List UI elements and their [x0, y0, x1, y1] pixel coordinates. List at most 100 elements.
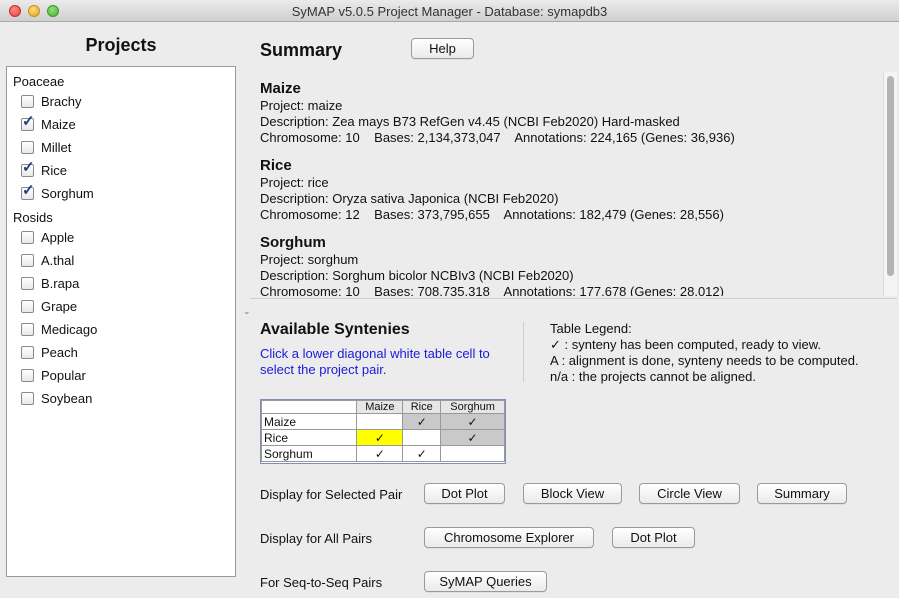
table-cell[interactable]: ✓ [356, 445, 404, 462]
project-label: Apple [41, 229, 75, 245]
checkbox[interactable] [21, 230, 34, 244]
legend-line-computed: ✓ : synteny has been computed, ready to … [550, 337, 822, 352]
table-cell[interactable]: ✓ [402, 445, 442, 462]
checkbox[interactable] [21, 140, 34, 154]
summary-project-rice: Rice Project: rice Description: Oryza sa… [260, 157, 724, 223]
project-label: Millet [41, 139, 72, 155]
table-cell: ✓ [402, 413, 442, 430]
legend-title: Table Legend: [550, 321, 632, 336]
checkbox[interactable]: ✓ [21, 183, 35, 200]
checkmark-icon: ✓ [22, 112, 35, 130]
all-pairs-dot-plot-button[interactable]: Dot Plot [612, 527, 695, 548]
row-header: Sorghum [260, 445, 358, 462]
project-item-brachy[interactable]: Brachy [21, 92, 81, 110]
project-item-brapa[interactable]: B.rapa [21, 274, 79, 292]
checkbox[interactable] [21, 94, 34, 108]
seq-pairs-label: For Seq-to-Seq Pairs [260, 575, 383, 590]
checkbox[interactable] [21, 299, 34, 313]
group-label-rosids: Rosids [13, 210, 53, 225]
project-item-medicago[interactable]: Medicago [21, 320, 97, 338]
project-label: Sorghum [41, 185, 94, 201]
summary-project-description: Description: Sorghum bicolor NCBIv3 (NCB… [260, 268, 574, 283]
project-label: Soybean [41, 390, 93, 406]
project-label: A.thal [41, 252, 75, 268]
window-title: SyMAP v5.0.5 Project Manager - Database:… [291, 4, 608, 19]
checkmark-icon: ✓ [22, 158, 35, 176]
help-button[interactable]: Help [411, 38, 474, 59]
project-label: Maize [41, 116, 76, 132]
summary-project-name: Sorghum [260, 234, 326, 251]
table-cell [356, 413, 404, 430]
project-item-grape[interactable]: Grape [21, 297, 77, 315]
row-header: Maize [260, 413, 358, 430]
summary-project-sorghum: Sorghum Project: sorghum Description: So… [260, 234, 724, 296]
project-label: Medicago [41, 321, 98, 337]
group-label-poaceae: Poaceae [13, 74, 65, 89]
table-cell: ✓ [440, 413, 505, 430]
dot-plot-button[interactable]: Dot Plot [424, 483, 505, 504]
checkbox[interactable] [21, 345, 34, 359]
split-divider[interactable] [250, 298, 897, 299]
project-item-apple[interactable]: Apple [21, 228, 74, 246]
circle-view-button[interactable]: Circle View [639, 483, 740, 504]
split-grip-icon[interactable]: ⌄ [243, 306, 251, 317]
checkbox[interactable]: ✓ [21, 160, 35, 177]
summary-scrollbar[interactable] [883, 72, 897, 296]
checkbox[interactable]: ✓ [21, 114, 35, 131]
project-item-millet[interactable]: Millet [21, 138, 71, 156]
table-row: Sorghum ✓ ✓ [260, 445, 505, 462]
project-label: Brachy [41, 93, 82, 109]
symap-queries-button[interactable]: SyMAP Queries [424, 571, 547, 592]
project-item-popular[interactable]: Popular [21, 366, 86, 384]
summary-project-stats: Chromosome: 10 Bases: 2,134,373,047 Anno… [260, 130, 735, 145]
summary-project-stats: Chromosome: 10 Bases: 708,735,318 Annota… [260, 284, 724, 296]
summary-project-id: Project: sorghum [260, 252, 359, 267]
summary-project-description: Description: Zea mays B73 RefGen v4.45 (… [260, 114, 680, 129]
column-header: Sorghum [440, 400, 505, 414]
title-bar: SyMAP v5.0.5 Project Manager - Database:… [0, 0, 899, 22]
summary-button[interactable]: Summary [757, 483, 847, 504]
column-header: Maize [356, 400, 404, 414]
projects-list: Poaceae Brachy ✓ Maize Millet ✓ Rice ✓ Sorg… [6, 66, 236, 577]
project-label: Grape [41, 298, 78, 314]
summary-project-stats: Chromosome: 12 Bases: 373,795,655 Annota… [260, 207, 724, 222]
project-label: Popular [41, 367, 86, 383]
summary-project-maize: Maize Project: maize Description: Zea ma… [260, 80, 735, 146]
projects-heading: Projects [85, 35, 157, 55]
project-item-peach[interactable]: Peach [21, 343, 78, 361]
block-view-button[interactable]: Block View [523, 483, 622, 504]
synteny-table: Maize Rice Sorghum Maize ✓ ✓ Rice ✓ ✓ So… [260, 399, 506, 464]
summary-project-id: Project: maize [260, 98, 343, 113]
project-item-athal[interactable]: A.thal [21, 251, 74, 269]
checkbox[interactable] [21, 276, 34, 290]
vertical-separator [523, 322, 524, 382]
table-cell: ✓ [440, 429, 505, 446]
summary-project-id: Project: rice [260, 175, 329, 190]
summary-project-description: Description: Oryza sativa Japonica (NCBI… [260, 191, 559, 206]
table-corner [260, 400, 358, 414]
checkbox[interactable] [21, 391, 34, 405]
checkmark-icon: ✓ [22, 181, 35, 199]
checkbox[interactable] [21, 253, 34, 267]
checkbox[interactable] [21, 322, 34, 336]
summary-heading: Summary [260, 40, 343, 60]
legend-line-alignment: A : alignment is done, synteny needs to … [550, 353, 859, 368]
table-row: Maize ✓ ✓ [260, 413, 505, 430]
project-label: Peach [41, 344, 78, 360]
project-item-sorghum[interactable]: ✓ Sorghum [21, 183, 94, 202]
table-cell-selected[interactable]: ✓ [356, 429, 404, 446]
table-cell [440, 445, 505, 462]
scrollbar-thumb[interactable] [887, 76, 894, 276]
summary-pane[interactable]: Maize Project: maize Description: Zea ma… [250, 72, 897, 296]
chromosome-explorer-button[interactable]: Chromosome Explorer [424, 527, 594, 548]
checkbox[interactable] [21, 368, 34, 382]
available-syntenies-heading: Available Syntenies [260, 321, 410, 338]
legend-line-na: n/a : the projects cannot be aligned. [550, 369, 756, 384]
table-row: Rice ✓ ✓ [260, 429, 505, 446]
column-header: Rice [402, 400, 442, 414]
project-item-rice[interactable]: ✓ Rice [21, 160, 67, 179]
project-item-soybean[interactable]: Soybean [21, 389, 92, 407]
table-legend: Table Legend: ✓ : synteny has been compu… [550, 321, 859, 385]
project-item-maize[interactable]: ✓ Maize [21, 114, 76, 133]
table-cell [402, 429, 442, 446]
